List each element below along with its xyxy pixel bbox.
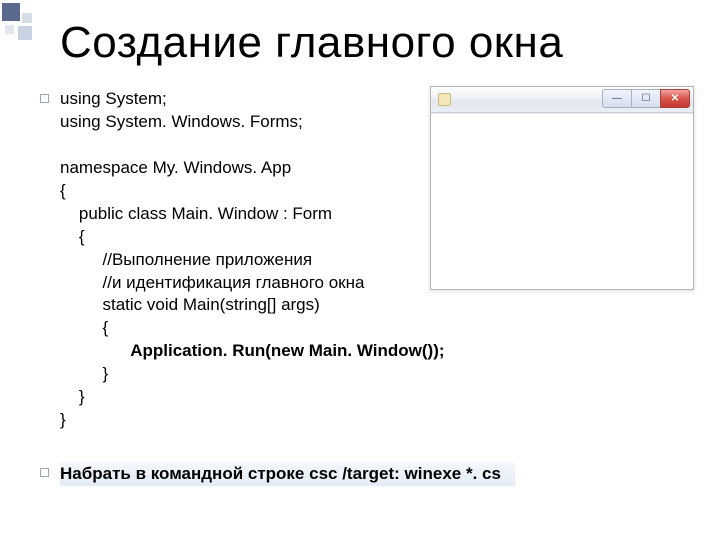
decor-square <box>18 26 32 40</box>
code-line: { <box>60 181 66 200</box>
code-line: using System. Windows. Forms; <box>60 112 303 131</box>
maximize-button[interactable]: ☐ <box>631 89 661 108</box>
window-buttons: — ☐ ✕ <box>602 89 690 108</box>
slide-decoration <box>0 0 60 540</box>
code-line: { <box>60 318 108 337</box>
window-titlebar: — ☐ ✕ <box>431 87 693 113</box>
command-instruction: Набрать в командной строке csc /target: … <box>60 462 515 486</box>
decor-square <box>22 13 32 23</box>
window-client-area <box>431 113 693 289</box>
close-button[interactable]: ✕ <box>660 89 690 108</box>
code-line: static void Main(string[] args) <box>60 295 320 314</box>
code-line: public class Main. Window : Form <box>60 204 332 223</box>
decor-square <box>5 25 14 34</box>
bullet-icon <box>40 94 49 103</box>
code-line: } <box>60 364 108 383</box>
code-line: } <box>60 410 66 429</box>
code-line: using System; <box>60 89 167 108</box>
slide-title: Создание главного окна <box>60 18 563 68</box>
decor-square <box>2 3 20 21</box>
code-line: //и идентификация главного окна <box>60 273 364 292</box>
code-line: } <box>60 387 85 406</box>
app-icon <box>438 93 451 106</box>
bullet-icon <box>40 468 49 477</box>
window-mockup: — ☐ ✕ <box>430 86 694 290</box>
code-line: //Выполнение приложения <box>60 250 312 269</box>
code-line: { <box>60 227 85 246</box>
code-line-bold: Application. Run(new Main. Window()); <box>60 341 445 360</box>
minimize-button[interactable]: — <box>602 89 632 108</box>
code-line: namespace My. Windows. App <box>60 158 291 177</box>
